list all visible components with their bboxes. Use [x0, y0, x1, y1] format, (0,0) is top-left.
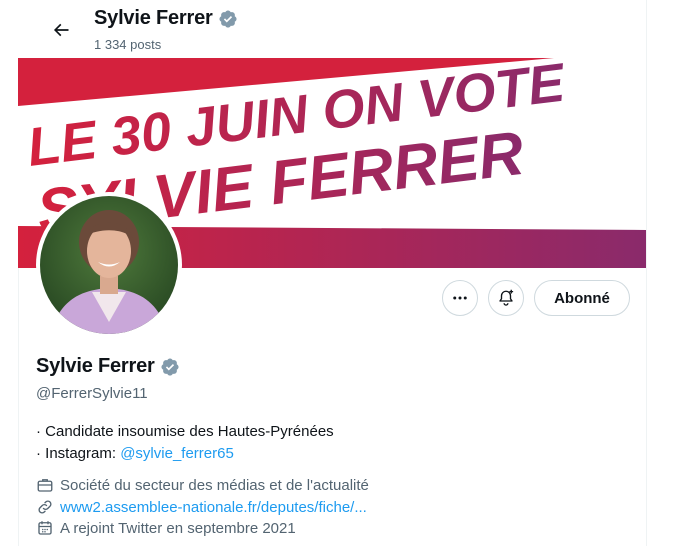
header-display-name: Sylvie Ferrer: [94, 7, 213, 29]
verified-badge-icon[interactable]: [160, 357, 180, 377]
bio-instagram-prefix: · Instagram:: [36, 445, 121, 462]
back-button[interactable]: [44, 13, 78, 47]
profile-joined: A rejoint Twitter en septembre 2021: [36, 519, 296, 537]
avatar[interactable]: [36, 192, 182, 338]
more-options-button[interactable]: [442, 280, 478, 316]
frame-border-right: [646, 0, 647, 546]
following-button[interactable]: Abonné: [534, 280, 630, 316]
more-icon: [453, 296, 467, 300]
link-icon: [36, 498, 54, 516]
bio-line-1: · Candidate insoumise des Hautes-Pyrénée…: [36, 423, 334, 440]
briefcase-icon: [36, 476, 54, 494]
notifications-button[interactable]: [488, 280, 524, 316]
header-title-row: Sylvie Ferrer: [94, 7, 238, 30]
calendar-icon: [36, 519, 54, 537]
profile-name-row: Sylvie Ferrer: [36, 355, 180, 378]
profile-display-name: Sylvie Ferrer: [36, 355, 155, 377]
header-posts-count: 1 334 posts: [94, 37, 162, 52]
profile-category: Société du secteur des médias et de l'ac…: [36, 476, 369, 494]
bell-plus-icon: [499, 289, 514, 306]
instagram-handle-link[interactable]: @sylvie_ferrer65: [120, 445, 234, 462]
verified-badge-icon: [219, 9, 237, 28]
profile-website: www2.assemblee-nationale.fr/deputes/fich…: [36, 498, 367, 516]
website-link[interactable]: www2.assemblee-nationale.fr/deputes/fich…: [60, 499, 367, 516]
profile-handle: @FerrerSylvie11: [36, 385, 148, 402]
avatar-photo: [40, 196, 178, 334]
bio-line-2: · Instagram: @sylvie_ferrer65: [36, 445, 234, 462]
arrow-left-icon: [53, 23, 69, 37]
category-text: Société du secteur des médias et de l'ac…: [60, 476, 369, 494]
joined-text: A rejoint Twitter en septembre 2021: [60, 519, 296, 537]
